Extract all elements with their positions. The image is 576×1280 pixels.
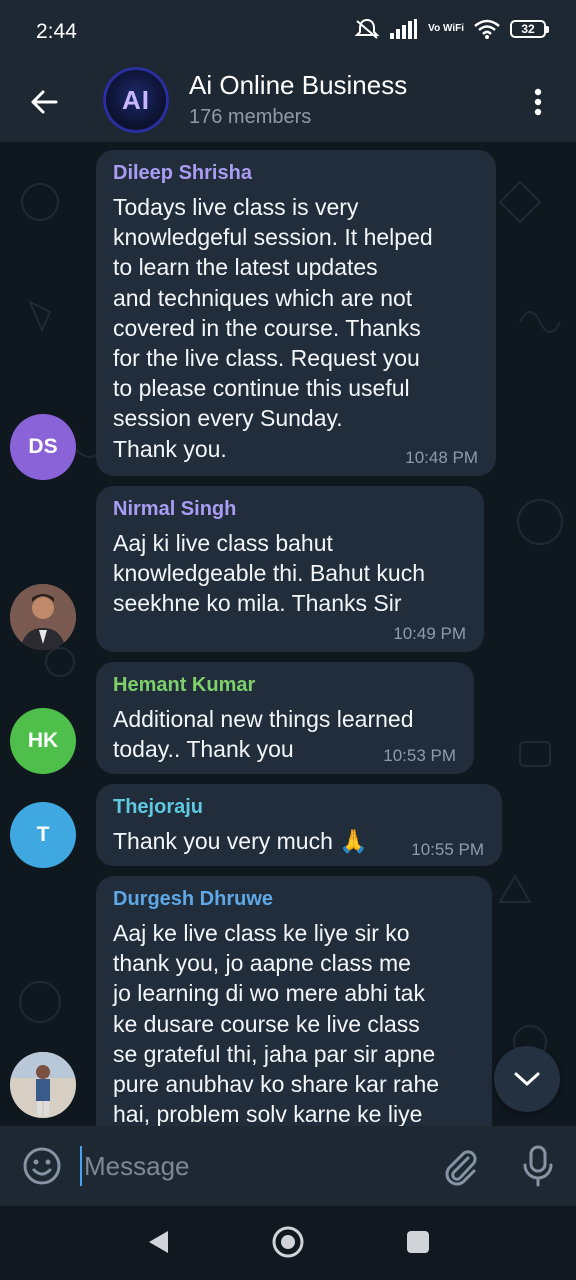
battery-indicator: 32 xyxy=(510,20,549,38)
nav-recents-button[interactable] xyxy=(400,1224,436,1260)
avatar[interactable]: HK xyxy=(10,708,76,774)
message-bubble[interactable]: Nirmal Singh Aaj ki live class bahut kno… xyxy=(96,486,484,652)
avatar-initials: DS xyxy=(28,435,58,458)
status-icons: Vo WiFi 32 xyxy=(354,18,549,40)
chevron-down-icon xyxy=(514,1072,540,1086)
user-photo xyxy=(10,584,76,650)
message-composer xyxy=(0,1126,576,1206)
group-avatar-logo: AI xyxy=(122,84,150,115)
message-text: Aaj ke live class ke liye sir ko thank y… xyxy=(113,920,440,1126)
status-time: 2:44 xyxy=(36,20,77,43)
smile-icon xyxy=(23,1147,61,1185)
message-time: 10:53 PM xyxy=(383,746,456,765)
wifi-icon xyxy=(474,19,500,39)
microphone-icon xyxy=(523,1145,553,1187)
avatar[interactable] xyxy=(10,1052,76,1118)
nav-back-button[interactable] xyxy=(140,1224,176,1260)
avatar[interactable]: DS xyxy=(10,414,76,480)
user-photo xyxy=(10,1052,76,1118)
voice-message-button[interactable] xyxy=(518,1144,558,1188)
sender-name[interactable]: Dileep Shrisha xyxy=(113,162,252,185)
message-text: Todays live class is very knowledgeful s… xyxy=(113,194,433,462)
message-bubble[interactable]: Dileep Shrisha Todays live class is very… xyxy=(96,150,496,476)
message-bubble[interactable]: Durgesh Dhruwe Aaj ke live class ke liye… xyxy=(96,876,492,1126)
message-bubble[interactable]: Thejoraju Thank you very much 🙏 10:55 PM xyxy=(96,784,502,866)
sender-name[interactable]: Thejoraju xyxy=(113,796,203,819)
system-navigation-bar xyxy=(0,1206,576,1280)
group-title[interactable]: Ai Online Business xyxy=(189,70,407,101)
square-recents-icon xyxy=(407,1231,429,1253)
avatar-initials: T xyxy=(36,823,50,846)
avatar[interactable] xyxy=(10,584,76,650)
triangle-back-icon xyxy=(149,1231,168,1253)
member-count: 176 members xyxy=(189,106,312,128)
sender-name[interactable]: Nirmal Singh xyxy=(113,498,236,521)
vowifi-label: Vo WiFi xyxy=(428,23,464,34)
sender-name[interactable]: Durgesh Dhruwe xyxy=(113,888,273,911)
chat-header: AI Ai Online Business 176 members xyxy=(0,62,576,142)
message-time: 10:49 PM xyxy=(393,624,466,643)
status-bar: 2:44 Vo WiFi 32 xyxy=(0,0,576,62)
message-bubble[interactable]: Hemant Kumar Additional new things learn… xyxy=(96,662,474,774)
message-time: 10:48 PM xyxy=(405,448,478,467)
message-text: Aaj ki live class bahut knowledgeable th… xyxy=(113,530,425,617)
message-text: Additional new things learned today.. Th… xyxy=(113,706,414,763)
scroll-to-bottom-button[interactable] xyxy=(494,1046,560,1112)
nav-home-button[interactable] xyxy=(270,1224,306,1260)
message-text: Thank you very much 🙏 xyxy=(113,828,368,854)
message-input[interactable] xyxy=(80,1146,420,1186)
more-vertical-icon xyxy=(534,88,542,116)
more-options-button[interactable] xyxy=(520,80,556,124)
emoji-button[interactable] xyxy=(22,1146,62,1186)
message-list[interactable]: DS Dileep Shrisha Todays live class is v… xyxy=(0,142,576,1126)
paperclip-icon xyxy=(445,1150,477,1186)
back-button[interactable] xyxy=(22,80,66,124)
avatar[interactable]: T xyxy=(10,802,76,868)
circle-home-icon xyxy=(272,1226,304,1258)
arrow-left-icon xyxy=(31,90,58,114)
group-avatar[interactable]: AI xyxy=(103,67,169,133)
sender-name[interactable]: Hemant Kumar xyxy=(113,674,255,697)
mute-icon xyxy=(354,18,380,40)
signal-icon xyxy=(390,19,418,39)
attach-button[interactable] xyxy=(440,1146,480,1186)
message-time: 10:55 PM xyxy=(411,840,484,859)
avatar-initials: HK xyxy=(27,729,59,752)
